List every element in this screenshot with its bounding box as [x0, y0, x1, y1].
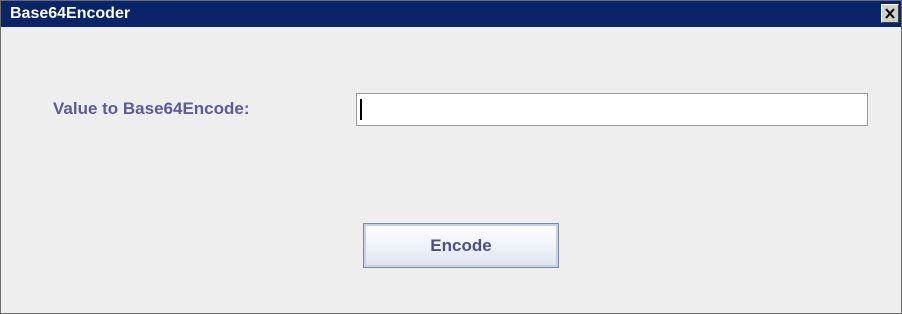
window-title: Base64Encoder [10, 5, 131, 22]
close-button[interactable] [881, 4, 899, 23]
value-label: Value to Base64Encode: [53, 99, 250, 118]
title-bar[interactable]: Base64Encoder [1, 1, 901, 27]
text-caret [360, 99, 362, 120]
close-icon [885, 8, 895, 19]
base64-encoder-window: Base64Encoder Value to Base64Encode: Enc… [0, 0, 902, 314]
value-input[interactable] [356, 93, 868, 126]
encode-button[interactable]: Encode [363, 223, 559, 268]
